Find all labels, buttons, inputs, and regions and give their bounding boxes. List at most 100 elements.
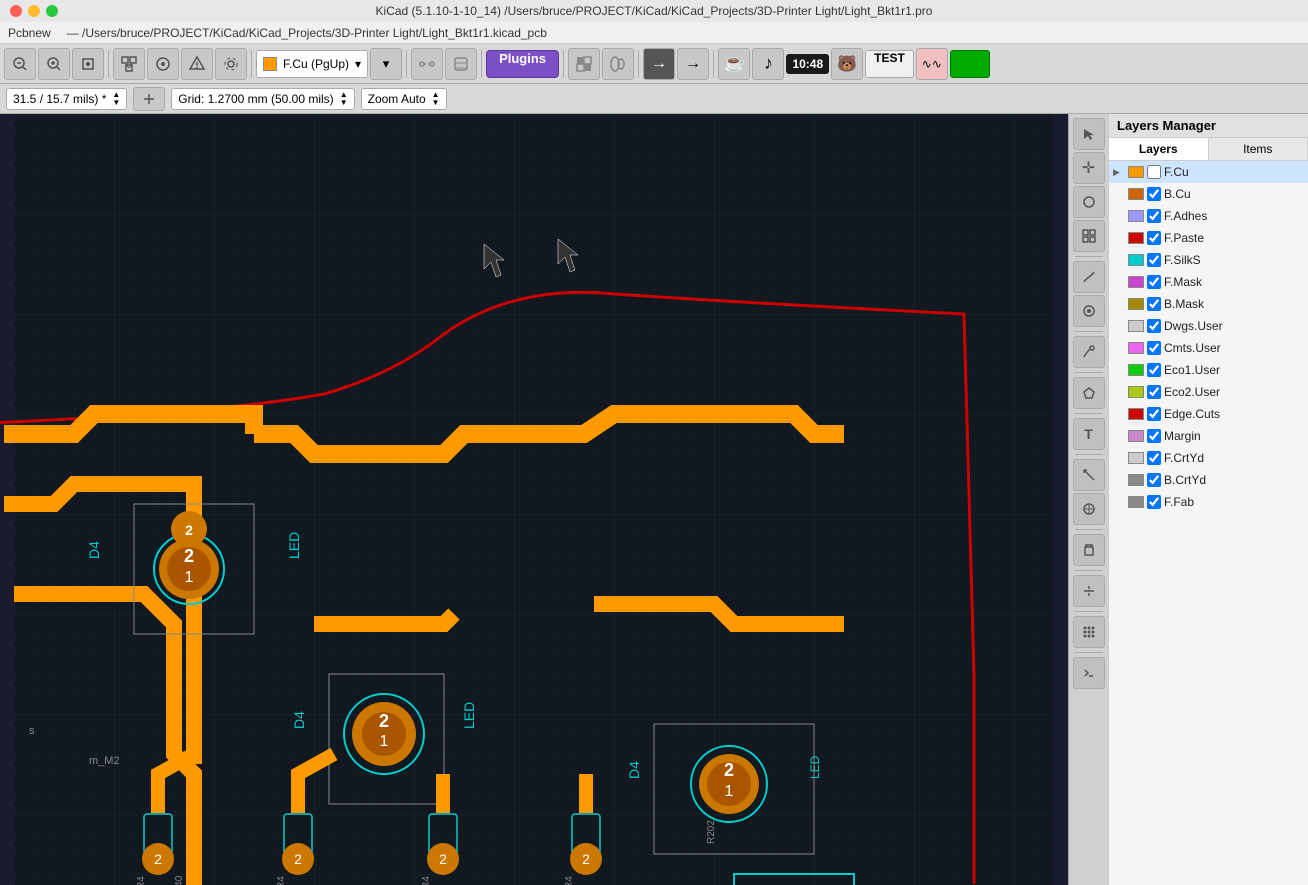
net-inspector-button[interactable] (113, 48, 145, 80)
grid-tool[interactable] (1073, 220, 1105, 252)
zoom-text: Zoom Auto (368, 92, 426, 106)
zoom-fit-button[interactable] (72, 48, 104, 80)
text-tool[interactable]: T (1073, 418, 1105, 450)
zoom-out-button[interactable] (4, 48, 36, 80)
svg-text:2: 2 (294, 851, 302, 867)
layer-visibility-checkbox[interactable] (1147, 341, 1161, 355)
tool-separator3 (1075, 372, 1103, 373)
layer-color-swatch (1128, 188, 1144, 200)
menubar: Pcbnew — /Users/bruce/PROJECT/KiCad/KiCa… (0, 22, 1308, 44)
polygon-tool[interactable] (1073, 377, 1105, 409)
delete-tool[interactable] (1073, 534, 1105, 566)
layer-row-f-silks[interactable]: F.SilkS (1109, 249, 1308, 271)
setup-button[interactable] (215, 48, 247, 80)
layer-row-b-cu[interactable]: B.Cu (1109, 183, 1308, 205)
app-name: Pcbnew (8, 26, 51, 40)
inspect-tool[interactable] (1073, 336, 1105, 368)
layer-visibility-checkbox[interactable] (1147, 187, 1161, 201)
layer-visibility-checkbox[interactable] (1147, 407, 1161, 421)
svg-text:2: 2 (724, 760, 734, 780)
drc-button[interactable] (181, 48, 213, 80)
layer-visibility-checkbox[interactable] (1147, 495, 1161, 509)
select-tool[interactable] (1073, 118, 1105, 150)
layer-visibility-checkbox[interactable] (1147, 319, 1161, 333)
layer-select[interactable]: F.Cu (PgUp) ▾ (256, 50, 368, 78)
cross-tool[interactable]: ✛ (1073, 152, 1105, 184)
layer-row-eco2-user[interactable]: Eco2.User (1109, 381, 1308, 403)
test-button[interactable]: TEST (865, 50, 914, 78)
layer-color-swatch (1128, 210, 1144, 222)
coord-reset-button[interactable] (133, 87, 165, 111)
layer-name-label: Eco2.User (1164, 385, 1220, 399)
layer-row-margin[interactable]: Margin (1109, 425, 1308, 447)
layer-row-f-mask[interactable]: F.Mask (1109, 271, 1308, 293)
layer-row-f-fab[interactable]: F.Fab (1109, 491, 1308, 513)
close-button[interactable] (10, 5, 22, 17)
layer-row-edge-cuts[interactable]: Edge.Cuts (1109, 403, 1308, 425)
svg-text:D4: D4 (291, 711, 307, 729)
layer-dropdown-btn[interactable]: ▾ (370, 48, 402, 80)
zoom-display[interactable]: Zoom Auto ▲ ▼ (361, 88, 447, 110)
dots-tool[interactable] (1073, 616, 1105, 648)
zoom-arrows[interactable]: ▲ ▼ (432, 91, 440, 107)
ratsnest-button[interactable] (411, 48, 443, 80)
layer-visibility-checkbox[interactable] (1147, 165, 1161, 179)
tool-separator7 (1075, 570, 1103, 571)
grid-display[interactable]: Grid: 1.2700 mm (50.00 mils) ▲ ▼ (171, 88, 354, 110)
align-tool[interactable] (1073, 575, 1105, 607)
coord-arrows[interactable]: ▲ ▼ (112, 91, 120, 107)
layer-visibility-checkbox[interactable] (1147, 209, 1161, 223)
layer-color-swatch (1128, 254, 1144, 266)
measure-tool[interactable] (1073, 459, 1105, 491)
right-tools-panel: ✛ T (1068, 114, 1108, 885)
highlight-button[interactable] (147, 48, 179, 80)
layer-visibility-checkbox[interactable] (1147, 231, 1161, 245)
origin-tool[interactable] (1073, 493, 1105, 525)
footprint-button[interactable] (602, 48, 634, 80)
board-stats-button[interactable] (568, 48, 600, 80)
layer-row-b-crtyd[interactable]: B.CrtYd (1109, 469, 1308, 491)
pcb-canvas[interactable]: 2 1 2 D4 LED 2 1 D4 LED (0, 114, 1068, 885)
layer-name-label: B.CrtYd (1164, 473, 1206, 487)
layer-color-swatch (1128, 320, 1144, 332)
layer-visibility-checkbox[interactable] (1147, 275, 1161, 289)
window-controls (10, 5, 58, 17)
layer-row-f-adhes[interactable]: F.Adhes (1109, 205, 1308, 227)
layer-visibility-checkbox[interactable] (1147, 385, 1161, 399)
layer-row-b-mask[interactable]: B.Mask (1109, 293, 1308, 315)
coordinates-display[interactable]: 31.5 / 15.7 mils) * ▲ ▼ (6, 88, 127, 110)
grid-arrows[interactable]: ▲ ▼ (340, 91, 348, 107)
layer-row-f-cu[interactable]: ▶F.Cu (1109, 161, 1308, 183)
copper-pour-button[interactable] (445, 48, 477, 80)
layer-visibility-checkbox[interactable] (1147, 253, 1161, 267)
layer-row-f-paste[interactable]: F.Paste (1109, 227, 1308, 249)
layer-visibility-checkbox[interactable] (1147, 473, 1161, 487)
plugins-button[interactable]: Plugins (486, 50, 559, 78)
layer-color-swatch (1128, 166, 1144, 178)
layer-row-eco1-user[interactable]: Eco1.User (1109, 359, 1308, 381)
svg-text:1: 1 (725, 783, 734, 800)
minimize-button[interactable] (28, 5, 40, 17)
arrow-right2-button[interactable]: → (677, 48, 709, 80)
layer-row-dwgs-user[interactable]: Dwgs.User (1109, 315, 1308, 337)
layer-color-swatch (1128, 452, 1144, 464)
layer-visibility-checkbox[interactable] (1147, 297, 1161, 311)
svg-text:m_M2: m_M2 (89, 755, 120, 767)
grid-text: Grid: 1.2700 mm (50.00 mils) (178, 92, 333, 106)
circle-tool[interactable] (1073, 186, 1105, 218)
maximize-button[interactable] (46, 5, 58, 17)
via-tool[interactable] (1073, 295, 1105, 327)
zoom-in-button[interactable] (38, 48, 70, 80)
layer-visibility-checkbox[interactable] (1147, 451, 1161, 465)
arrow-right-button[interactable]: → (643, 48, 675, 80)
layer-row-f-crtyd[interactable]: F.CrtYd (1109, 447, 1308, 469)
svg-text:1: 1 (185, 569, 194, 586)
layer-row-cmts-user[interactable]: Cmts.User (1109, 337, 1308, 359)
script-tool[interactable] (1073, 657, 1105, 689)
layer-visibility-checkbox[interactable] (1147, 429, 1161, 443)
route-tool[interactable] (1073, 261, 1105, 293)
tab-layers[interactable]: Layers (1109, 138, 1209, 160)
svg-text:2: 2 (379, 711, 389, 731)
tab-items[interactable]: Items (1209, 138, 1308, 160)
layer-visibility-checkbox[interactable] (1147, 363, 1161, 377)
